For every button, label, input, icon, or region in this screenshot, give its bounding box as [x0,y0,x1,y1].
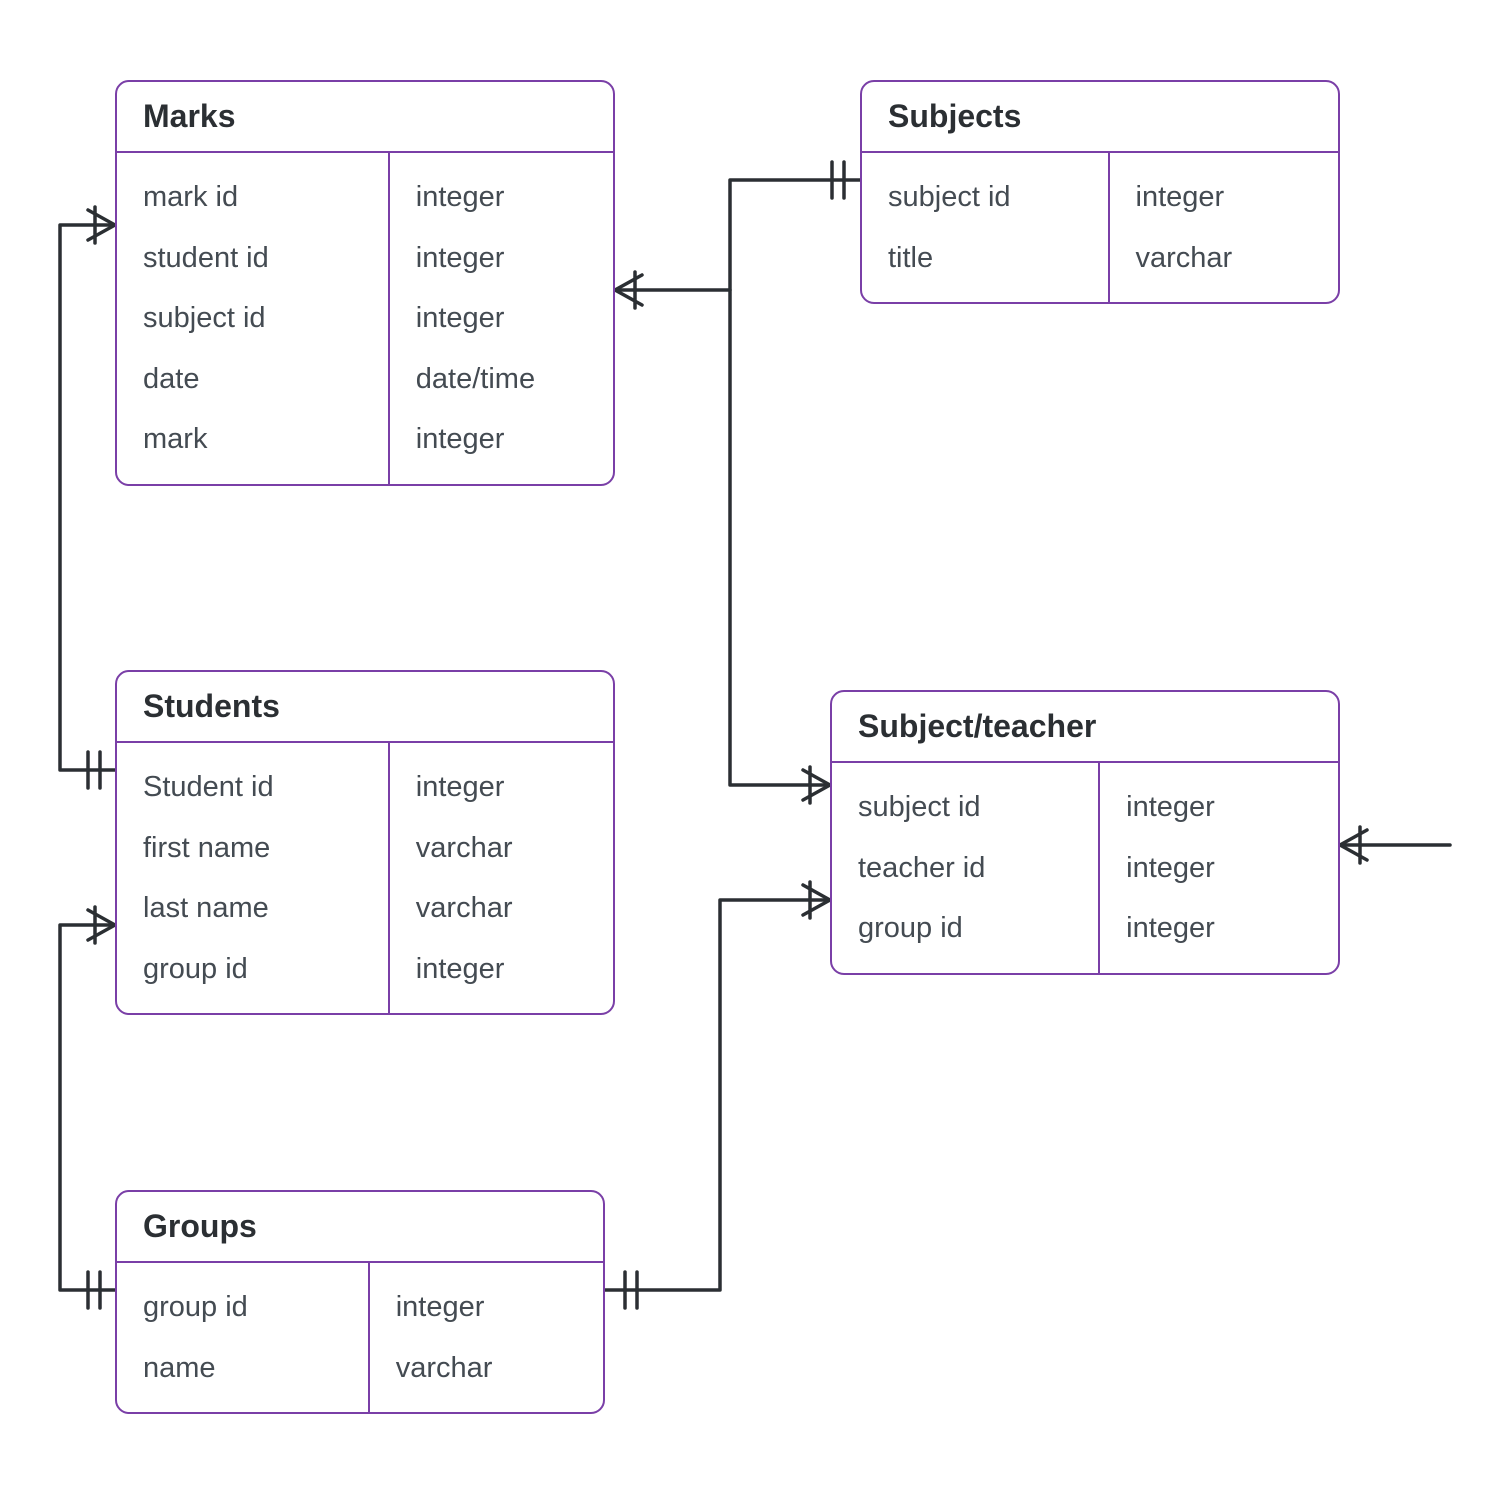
field-type: date/time [390,349,613,410]
field-type: integer [1100,898,1338,959]
field-type: integer [390,288,613,349]
field-type: integer [390,409,613,470]
entity-subject-teacher: Subject/teacher subject id teacher id gr… [830,690,1340,975]
field-name: student id [117,228,388,289]
entity-title: Subject/teacher [832,692,1338,763]
field-name: Student id [117,757,388,818]
field-name: group id [832,898,1098,959]
entity-title: Subjects [862,82,1338,153]
entity-groups: Groups group id name integer varchar [115,1190,605,1414]
entity-subjects: Subjects subject id title integer varcha… [860,80,1340,304]
entity-marks: Marks mark id student id subject id date… [115,80,615,486]
field-type: integer [390,757,613,818]
field-type: varchar [390,878,613,939]
field-name: teacher id [832,838,1098,899]
field-name: date [117,349,388,410]
entity-title: Marks [117,82,613,153]
field-type: varchar [370,1338,603,1399]
field-type: integer [390,167,613,228]
entity-title: Groups [117,1192,603,1263]
field-name: subject id [117,288,388,349]
field-type: integer [390,228,613,289]
field-name: mark id [117,167,388,228]
field-name: group id [117,939,388,1000]
field-type: integer [1100,838,1338,899]
field-type: integer [1100,777,1338,838]
field-type: integer [390,939,613,1000]
field-type: varchar [1110,228,1338,289]
entity-title: Students [117,672,613,743]
field-type: integer [1110,167,1338,228]
field-type: integer [370,1277,603,1338]
field-name: subject id [832,777,1098,838]
field-name: subject id [862,167,1108,228]
field-name: name [117,1338,368,1399]
field-name: title [862,228,1108,289]
field-name: group id [117,1277,368,1338]
field-name: mark [117,409,388,470]
field-name: last name [117,878,388,939]
field-name: first name [117,818,388,879]
field-type: varchar [390,818,613,879]
entity-students: Students Student id first name last name… [115,670,615,1015]
